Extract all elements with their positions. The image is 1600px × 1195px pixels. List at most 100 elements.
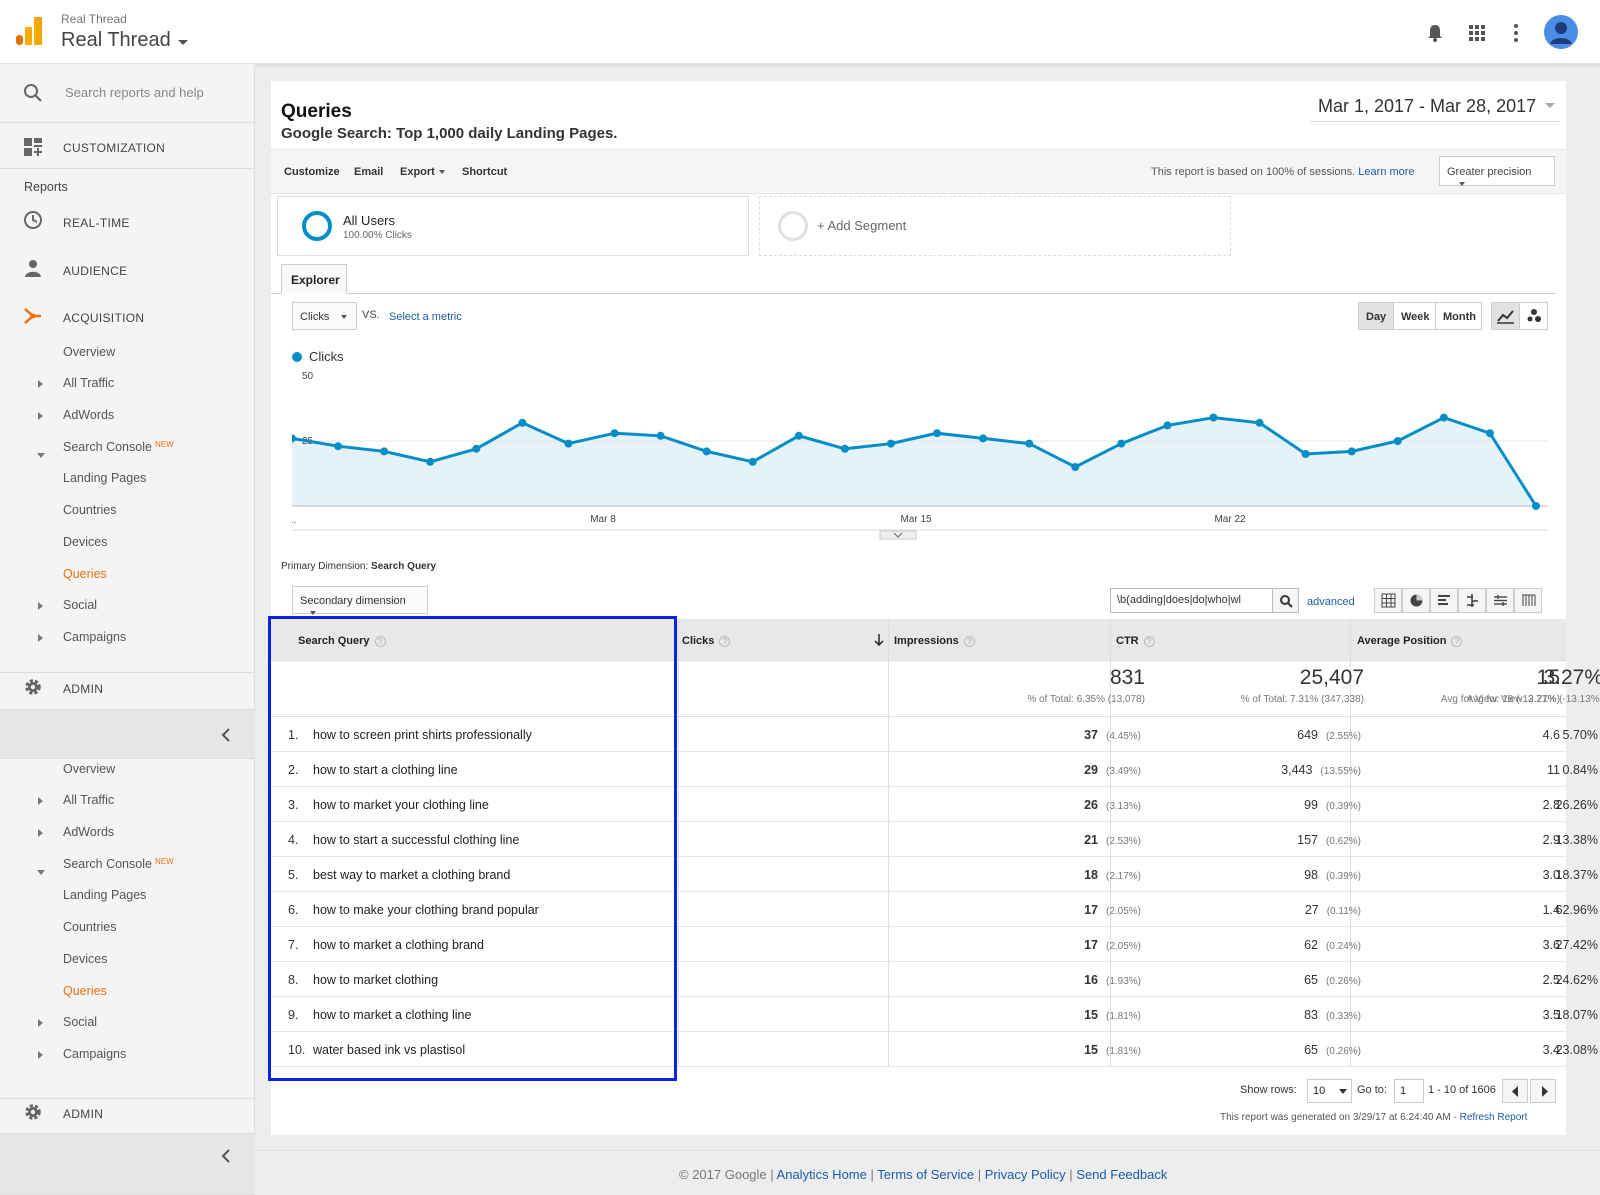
table-view-button[interactable] <box>1374 588 1402 613</box>
date-range-picker[interactable]: Mar 1, 2017 - Mar 28, 2017 <box>1310 90 1560 122</box>
sidebar-item-campaigns[interactable]: Campaigns <box>63 630 126 644</box>
sidebar-collapse-bar[interactable] <box>0 709 255 759</box>
data-point[interactable] <box>518 418 527 427</box>
sidebar-item-devices[interactable]: Devices <box>63 535 107 549</box>
data-point[interactable] <box>1209 413 1218 422</box>
advanced-filter-link[interactable]: advanced <box>1307 596 1355 608</box>
precision-dropdown[interactable]: Greater precision <box>1439 156 1555 187</box>
range-handle[interactable] <box>879 530 917 540</box>
expand-icon[interactable] <box>38 829 43 837</box>
email-button[interactable]: Email <box>354 166 383 178</box>
data-point[interactable] <box>886 439 895 448</box>
month-button[interactable]: Month <box>1435 302 1482 330</box>
data-point[interactable] <box>702 447 711 456</box>
account-selector[interactable]: Real Thread <box>61 29 171 52</box>
primary-dimension-value[interactable]: Search Query <box>371 561 436 572</box>
filter-search-button[interactable] <box>1272 588 1299 613</box>
sidebar-collapse-bar[interactable] <box>0 1133 255 1195</box>
data-point[interactable] <box>1117 439 1126 448</box>
sidebar-item-campaigns[interactable]: Campaigns <box>63 1047 126 1061</box>
data-point[interactable] <box>1025 439 1034 448</box>
data-point[interactable] <box>1393 437 1402 445</box>
sidebar-item-countries[interactable]: Countries <box>63 920 117 934</box>
pivot-view-button[interactable] <box>1514 588 1542 613</box>
expand-icon[interactable] <box>38 1051 43 1059</box>
data-point[interactable] <box>1347 447 1356 456</box>
sidebar-item-adwords[interactable]: AdWords <box>63 825 114 839</box>
data-point[interactable] <box>610 429 619 438</box>
sidebar-item-overview[interactable]: Overview <box>63 345 115 359</box>
sidebar-item-audience[interactable]: AUDIENCE <box>63 264 127 278</box>
data-point[interactable] <box>1532 502 1540 510</box>
sidebar-item-landing-pages[interactable]: Landing Pages <box>63 888 146 902</box>
data-point[interactable] <box>656 431 665 440</box>
help-icon[interactable]: ? <box>1451 635 1463 647</box>
search-input[interactable]: Search reports and help <box>65 85 204 100</box>
data-point[interactable] <box>334 442 343 451</box>
data-point[interactable] <box>1485 429 1494 438</box>
data-point[interactable] <box>1255 418 1264 427</box>
expand-icon[interactable] <box>38 602 43 610</box>
feedback-link[interactable]: Send Feedback <box>1076 1167 1167 1182</box>
sidebar-item-acquisition[interactable]: ACQUISITION <box>63 311 144 325</box>
tab-explorer[interactable]: Explorer <box>281 264 347 294</box>
learn-more-link[interactable]: Learn more <box>1358 166 1414 178</box>
search-icon[interactable] <box>22 82 44 104</box>
sidebar-item-admin[interactable]: ADMIN <box>63 682 103 696</box>
sidebar-item-countries[interactable]: Countries <box>63 503 117 517</box>
refresh-report-link[interactable]: Refresh Report <box>1460 1112 1528 1123</box>
chevron-left-icon[interactable] <box>221 728 231 742</box>
chevron-down-icon[interactable] <box>1545 103 1555 108</box>
goto-page-input[interactable]: 1 <box>1394 1079 1424 1103</box>
expand-icon[interactable] <box>38 634 43 642</box>
sidebar-item-queries[interactable]: Queries <box>63 567 107 581</box>
line-chart-button[interactable] <box>1491 302 1520 330</box>
chevron-left-icon[interactable] <box>221 1149 231 1163</box>
sidebar-item-adwords[interactable]: AdWords <box>63 408 114 422</box>
data-point[interactable] <box>1163 421 1172 430</box>
column-header-clicks[interactable]: Clicks? <box>682 635 731 647</box>
more-vert-icon[interactable] <box>1505 22 1527 44</box>
data-point[interactable] <box>794 431 803 440</box>
sidebar-item-search-console[interactable]: Search Console NEW <box>63 440 174 454</box>
column-header-ctr[interactable]: CTR? <box>1116 635 1155 647</box>
table-filter-input[interactable]: \b(adding|does|do|who|wl <box>1110 588 1273 613</box>
analytics-home-link[interactable]: Analytics Home <box>777 1167 867 1182</box>
expand-icon[interactable] <box>38 412 43 420</box>
next-page-button[interactable] <box>1530 1079 1556 1103</box>
apps-grid-icon[interactable] <box>1466 22 1488 44</box>
shortcut-button[interactable]: Shortcut <box>462 166 507 178</box>
sidebar-item-all-traffic[interactable]: All Traffic <box>63 376 114 390</box>
data-point[interactable] <box>1439 413 1448 422</box>
sidebar-item-queries[interactable]: Queries <box>63 984 107 998</box>
sidebar-item-overview[interactable]: Overview <box>63 762 115 776</box>
customize-button[interactable]: Customize <box>284 166 340 178</box>
data-point[interactable] <box>748 457 757 466</box>
sidebar-item-admin[interactable]: ADMIN <box>63 1107 103 1121</box>
data-point[interactable] <box>1071 463 1080 471</box>
prev-page-button[interactable] <box>1502 1079 1528 1103</box>
collapse-icon[interactable] <box>37 453 45 458</box>
data-point[interactable] <box>1301 450 1310 458</box>
term-cloud-button[interactable] <box>1486 588 1514 613</box>
compare-view-button[interactable] <box>1458 588 1486 613</box>
column-header-impressions[interactable]: Impressions? <box>894 635 975 647</box>
collapse-icon[interactable] <box>37 870 45 875</box>
data-point[interactable] <box>840 444 849 453</box>
sidebar-item-social[interactable]: Social <box>63 598 97 612</box>
add-segment-button[interactable]: + Add Segment <box>759 196 1231 256</box>
motion-chart-button[interactable] <box>1519 302 1548 330</box>
secondary-dimension-dropdown[interactable]: Secondary dimension <box>292 586 428 616</box>
sort-descending-icon[interactable] <box>873 633 885 647</box>
sidebar-item-landing-pages[interactable]: Landing Pages <box>63 471 146 485</box>
help-icon[interactable]: ? <box>1143 635 1155 647</box>
select-metric-link[interactable]: Select a metric <box>389 311 462 323</box>
expand-icon[interactable] <box>38 797 43 805</box>
rows-per-page-select[interactable]: 10 <box>1307 1079 1352 1103</box>
metric-dropdown[interactable]: Clicks <box>292 302 357 330</box>
terms-link[interactable]: Terms of Service <box>877 1167 974 1182</box>
week-button[interactable]: Week <box>1393 302 1436 330</box>
data-point[interactable] <box>426 457 435 466</box>
bar-view-button[interactable] <box>1430 588 1458 613</box>
column-header-average-position[interactable]: Average Position? <box>1357 635 1463 647</box>
